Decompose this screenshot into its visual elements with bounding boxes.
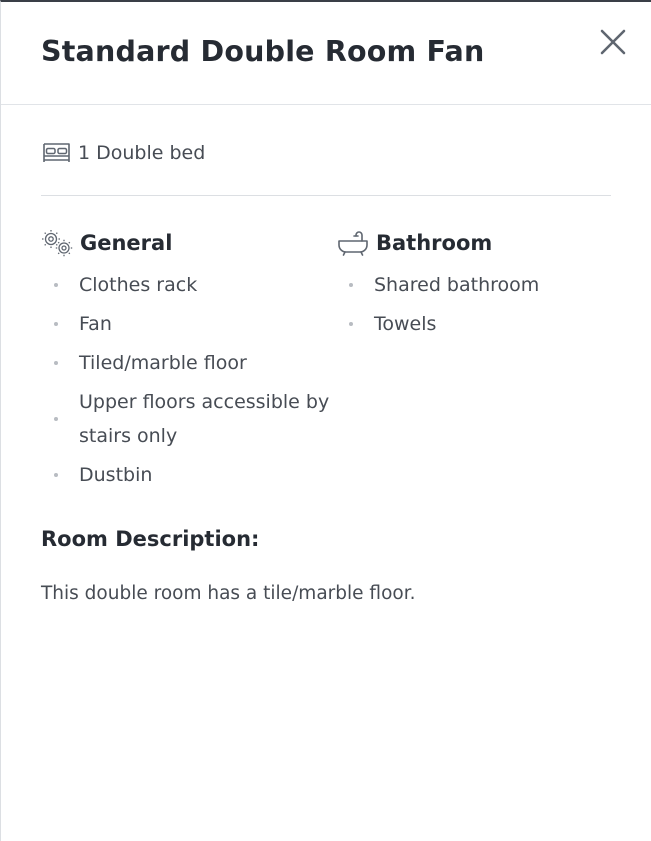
item-text: Tiled/marble floor	[79, 352, 247, 374]
bed-text: 1 Double bed	[78, 142, 206, 164]
item-text: Upper floors accessible by stairs only	[79, 391, 330, 447]
bathtub-icon	[338, 231, 368, 256]
bullet	[54, 283, 58, 287]
item-text: Dustbin	[79, 464, 153, 486]
close-button[interactable]	[597, 26, 629, 58]
divider	[41, 195, 611, 196]
list-item: Tiled/marble floor	[41, 346, 331, 380]
item-text: Clothes rack	[79, 274, 198, 296]
general-section-header: General	[41, 229, 172, 257]
room-details-panel: Standard Double Room Fan 1 Double bed Ge…	[0, 0, 651, 841]
panel-header: Standard Double Room Fan	[1, 2, 651, 105]
bathroom-section-header: Bathroom	[337, 229, 492, 257]
list-item: Clothes rack	[41, 268, 331, 302]
room-description-title: Room Description:	[41, 527, 260, 551]
general-list: Clothes rack Fan Tiled/marble floor Uppe…	[41, 268, 331, 497]
item-text: Shared bathroom	[374, 274, 540, 296]
list-item: Dustbin	[41, 458, 331, 492]
item-text: Fan	[79, 313, 112, 335]
general-title: General	[80, 231, 173, 255]
gears-icon	[42, 230, 73, 257]
bed-icon	[43, 143, 70, 162]
list-item: Upper floors accessible by stairs only	[41, 385, 331, 453]
item-text: Towels	[374, 313, 437, 335]
list-item: Fan	[41, 307, 331, 341]
room-description-text: This double room has a tile/marble floor…	[41, 583, 416, 604]
bullet	[349, 283, 353, 287]
bullet	[54, 361, 58, 365]
bathroom-title: Bathroom	[376, 231, 493, 255]
room-title: Standard Double Room Fan	[41, 35, 485, 68]
list-item: Towels	[336, 307, 626, 341]
bullet	[54, 473, 58, 477]
bullet	[349, 322, 353, 326]
bed-info: 1 Double bed	[41, 139, 205, 167]
bullet	[54, 417, 58, 421]
bathroom-list: Shared bathroom Towels	[336, 268, 626, 346]
close-icon	[600, 29, 626, 55]
list-item: Shared bathroom	[336, 268, 626, 302]
bullet	[54, 322, 58, 326]
